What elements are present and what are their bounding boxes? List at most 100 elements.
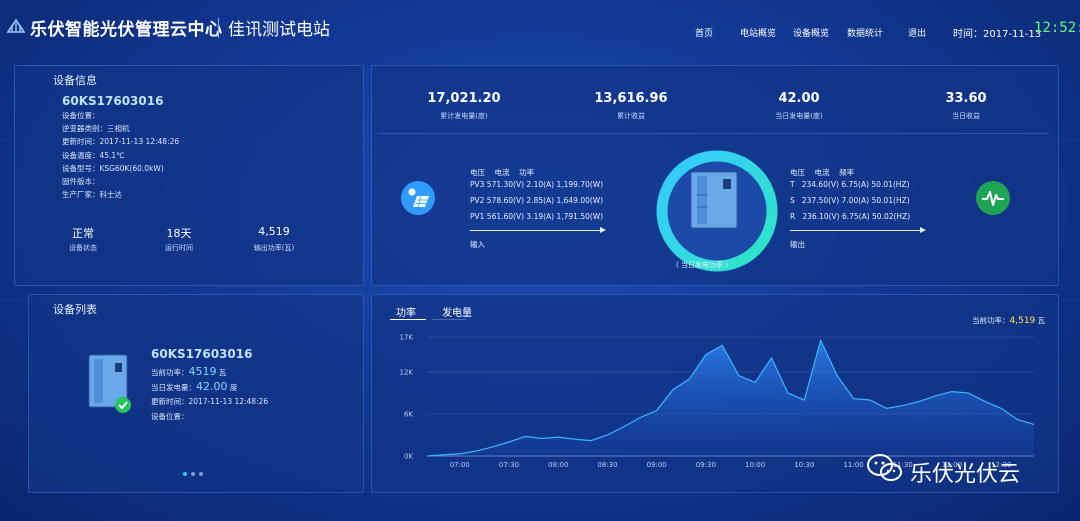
info-model: 设备型号：KSG60K(60.0kW) (62, 164, 164, 173)
overview-panel: 17,021.20 累计发电量(度) 13,616.96 累计收益 42.00 … (371, 65, 1059, 286)
ring-caption: ( 当日发电功率 ) (676, 261, 728, 269)
title-divider (218, 18, 219, 38)
list-location: 设备位置： (151, 412, 189, 421)
watermark-text: 乐伏光伏云 (910, 462, 1021, 487)
y-tick-label: 6K (404, 411, 413, 419)
x-tick-label: 07:30 (499, 461, 519, 469)
device-info-panel: 设备信息 60KS17603016 设备位置： 逆变器类别：三相机 更新时间：2… (14, 65, 364, 286)
header: 乐伏智能光伏管理云中心 佳讯测试电站 首页 电站概览 设备概览 数据统计 退出 … (0, 0, 1080, 58)
carousel-dot[interactable] (191, 472, 195, 476)
input-header: 电压 电流 功率 (470, 167, 534, 178)
panel-title: 设备列表 (53, 303, 97, 316)
kpi-total-revenue-value: 13,616.96 (594, 91, 668, 106)
solar-panel-icon (401, 181, 435, 215)
nav-station-overview[interactable]: 电站概览 (740, 26, 776, 39)
info-updated: 更新时间：2017-11-13 12:48:26 (62, 137, 180, 146)
stat-power-label: 输出功率(瓦) (253, 244, 295, 252)
power-value: 4519 (188, 365, 217, 378)
output-row-s: S 237.50(V) 7.00(A) 50.01(HZ) (790, 196, 910, 205)
x-tick-label: 09:00 (647, 461, 667, 469)
stat-runtime-label: 运行时间 (165, 244, 193, 252)
output-header-voltage: 电压 (790, 168, 805, 177)
input-label: 输入 (470, 240, 485, 249)
y-tick-label: 0K (404, 453, 413, 461)
list-update-time: 更新时间：2017-11-13 12:48:26 (151, 397, 269, 406)
station-name: 佳讯测试电站 (228, 20, 330, 40)
x-tick-label: 11:00 (843, 461, 863, 469)
current-power-unit: 瓦 (1037, 316, 1046, 325)
date-label: 时间：2017-11-13 (953, 29, 1042, 40)
clock: 12:52:44 (1034, 20, 1080, 36)
input-row-pv1: PV1 561.60(V) 3.19(A) 1,791.50(W) (470, 212, 604, 221)
output-row-t: T 234.60(V) 6.75(A) 50.01(HZ) (790, 180, 910, 189)
output-header: 电压 电流 频率 (790, 167, 854, 178)
tab-power[interactable]: 功率 (396, 304, 416, 319)
nav-logout[interactable]: 退出 (908, 26, 926, 39)
nav-statistics[interactable]: 数据统计 (847, 26, 883, 39)
carousel-dot-active[interactable] (183, 472, 187, 476)
inverter-icon[interactable] (85, 353, 135, 415)
pulse-icon (976, 181, 1010, 215)
nav-home[interactable]: 首页 (695, 26, 713, 39)
power-unit: 瓦 (218, 368, 227, 377)
output-arrow (790, 227, 926, 233)
wechat-icon (867, 454, 902, 481)
input-header-current: 电流 (494, 168, 510, 177)
device-list-panel: 设备列表 60KS17603016 当前功率：4519 瓦 当日发电量：42.0… (28, 294, 364, 493)
stat-status-label: 设备状态 (69, 244, 97, 252)
stat-runtime-value: 18天 (166, 227, 192, 240)
kpi-total-energy-value: 17,021.20 (427, 91, 501, 106)
device-id: 60KS17603016 (62, 94, 164, 108)
input-header-power: 功率 (519, 168, 535, 177)
info-manufacturer: 生产厂家：科士达 (62, 190, 122, 199)
stat-status-value: 正常 (72, 227, 94, 240)
tab-underline (390, 319, 426, 320)
kpi-daily-revenue-value: 33.60 (945, 91, 987, 106)
inverter-icon (690, 171, 738, 229)
x-tick-label: 08:30 (597, 461, 617, 469)
nav-device-overview[interactable]: 设备概览 (793, 26, 829, 39)
x-tick-label: 08:00 (548, 461, 568, 469)
daily-value: 42.00 (196, 380, 228, 393)
info-temperature: 设备温度：45.1℃ (62, 151, 125, 160)
carousel-dot[interactable] (199, 472, 203, 476)
kpi-total-energy-label: 累计发电量(度) (440, 112, 488, 120)
kpi-daily-energy-value: 42.00 (778, 91, 820, 106)
list-daily-energy: 当日发电量：42.00 度 (151, 380, 237, 393)
kpi-daily-revenue-label: 当日收益 (952, 112, 980, 120)
x-tick-label: 07:00 (450, 461, 470, 469)
info-firmware: 固件版本： (62, 177, 100, 186)
list-device-id[interactable]: 60KS17603016 (151, 347, 252, 361)
divider (378, 133, 1050, 134)
y-tick-label: 12K (400, 369, 414, 377)
current-power-label: 当前功率： (972, 316, 1010, 325)
ok-check-icon (115, 397, 131, 413)
daily-label: 当日发电量： (151, 383, 196, 392)
output-label: 输出 (790, 240, 805, 249)
brand-logo-icon (6, 18, 26, 33)
stat-power-value: 4,519 (258, 225, 290, 238)
power-label: 当前功率： (151, 368, 189, 377)
input-arrow (470, 227, 606, 233)
x-tick-label: 09:30 (696, 461, 716, 469)
y-tick-label: 17K (400, 334, 414, 342)
daily-power-ring (656, 150, 778, 272)
daily-unit: 度 (229, 383, 238, 392)
x-tick-label: 10:00 (745, 461, 765, 469)
tab-energy[interactable]: 发电量 (442, 304, 472, 319)
output-header-current: 电流 (814, 168, 830, 177)
info-location: 设备位置： (62, 111, 100, 120)
input-row-pv2: PV2 578.60(V) 2.85(A) 1,649.00(W) (470, 196, 604, 205)
input-row-pv3: PV3 571.30(V) 2.10(A) 1,199.70(W) (470, 180, 604, 189)
x-tick-label: 10:30 (794, 461, 814, 469)
list-current-power: 当前功率：4519 瓦 (151, 365, 226, 378)
brand-title: 乐伏智能光伏管理云中心 (30, 20, 223, 40)
output-header-frequency: 频率 (839, 168, 855, 177)
kpi-total-revenue-label: 累计收益 (617, 112, 645, 120)
panel-title: 设备信息 (53, 74, 97, 87)
input-header-voltage: 电压 (470, 168, 485, 177)
kpi-daily-energy-label: 当日发电量(度) (775, 112, 823, 120)
output-row-r: R 236.10(V) 6.75(A) 50.02(HZ) (790, 212, 911, 221)
info-type: 逆变器类别：三相机 (62, 124, 130, 133)
tab-underline (432, 319, 466, 320)
